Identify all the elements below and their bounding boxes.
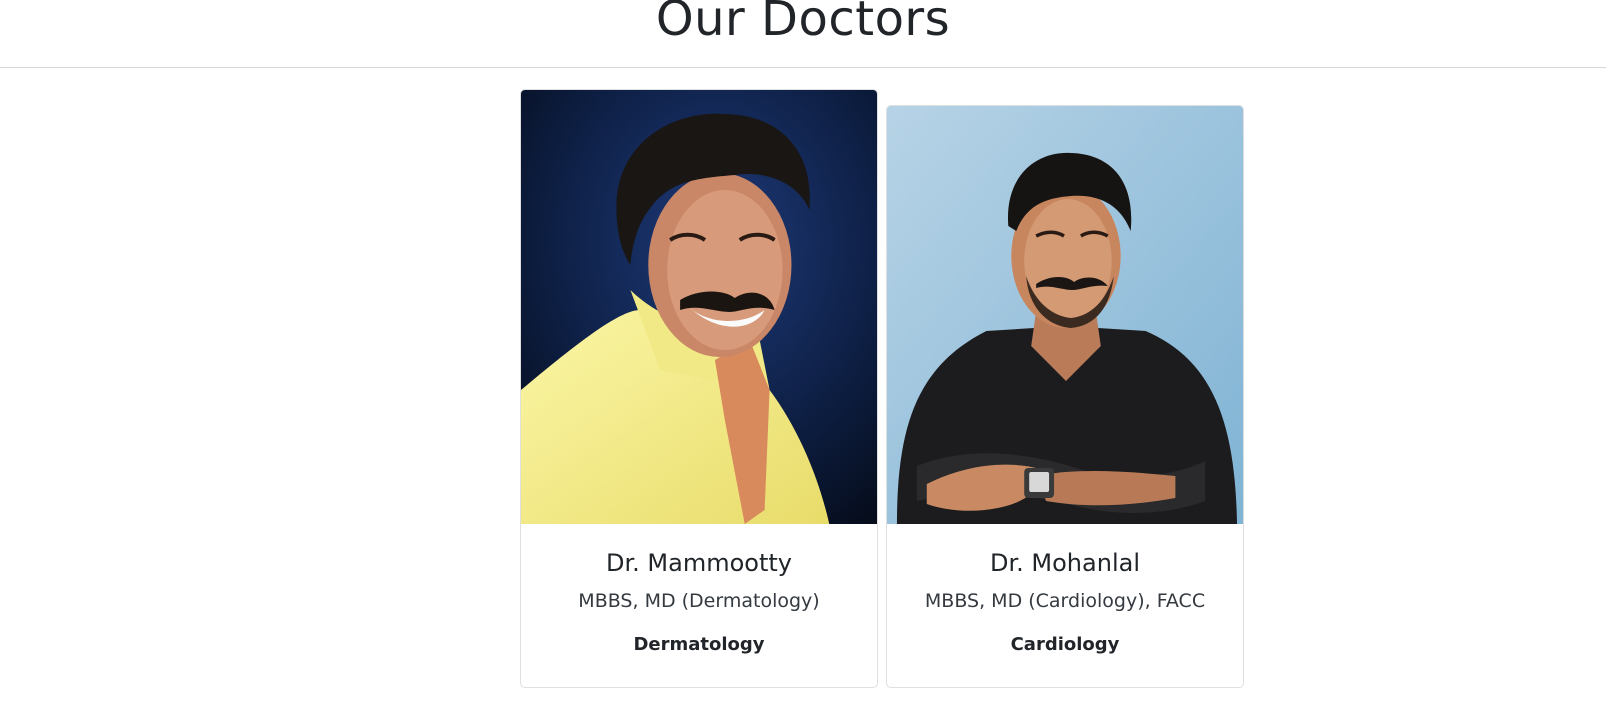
doctor-qualification: MBBS, MD (Cardiology), FACC [924, 590, 1206, 612]
doctor-department: Dermatology [633, 634, 765, 655]
doctor-portrait-image [887, 106, 1243, 524]
doctor-name: Dr. Mammootty [606, 549, 792, 577]
doctor-photo [887, 106, 1243, 524]
doctor-qualification: MBBS, MD (Dermatology) [578, 590, 820, 612]
doctor-photo [521, 90, 877, 524]
page-title: Our Doctors [655, 0, 951, 47]
doctor-portrait-image [521, 90, 877, 524]
doctor-department: Cardiology [1010, 634, 1120, 655]
doctor-card[interactable]: Dr. Mohanlal MBBS, MD (Cardiology), FACC… [886, 105, 1244, 688]
doctor-card-body: Dr. Mammootty MBBS, MD (Dermatology) Der… [521, 524, 877, 659]
doctor-name: Dr. Mohanlal [990, 549, 1140, 577]
doctor-card-body: Dr. Mohanlal MBBS, MD (Cardiology), FACC… [887, 524, 1243, 659]
page-header: Our Doctors [0, 0, 1606, 68]
doctor-card[interactable]: Dr. Mammootty MBBS, MD (Dermatology) Der… [520, 89, 878, 688]
